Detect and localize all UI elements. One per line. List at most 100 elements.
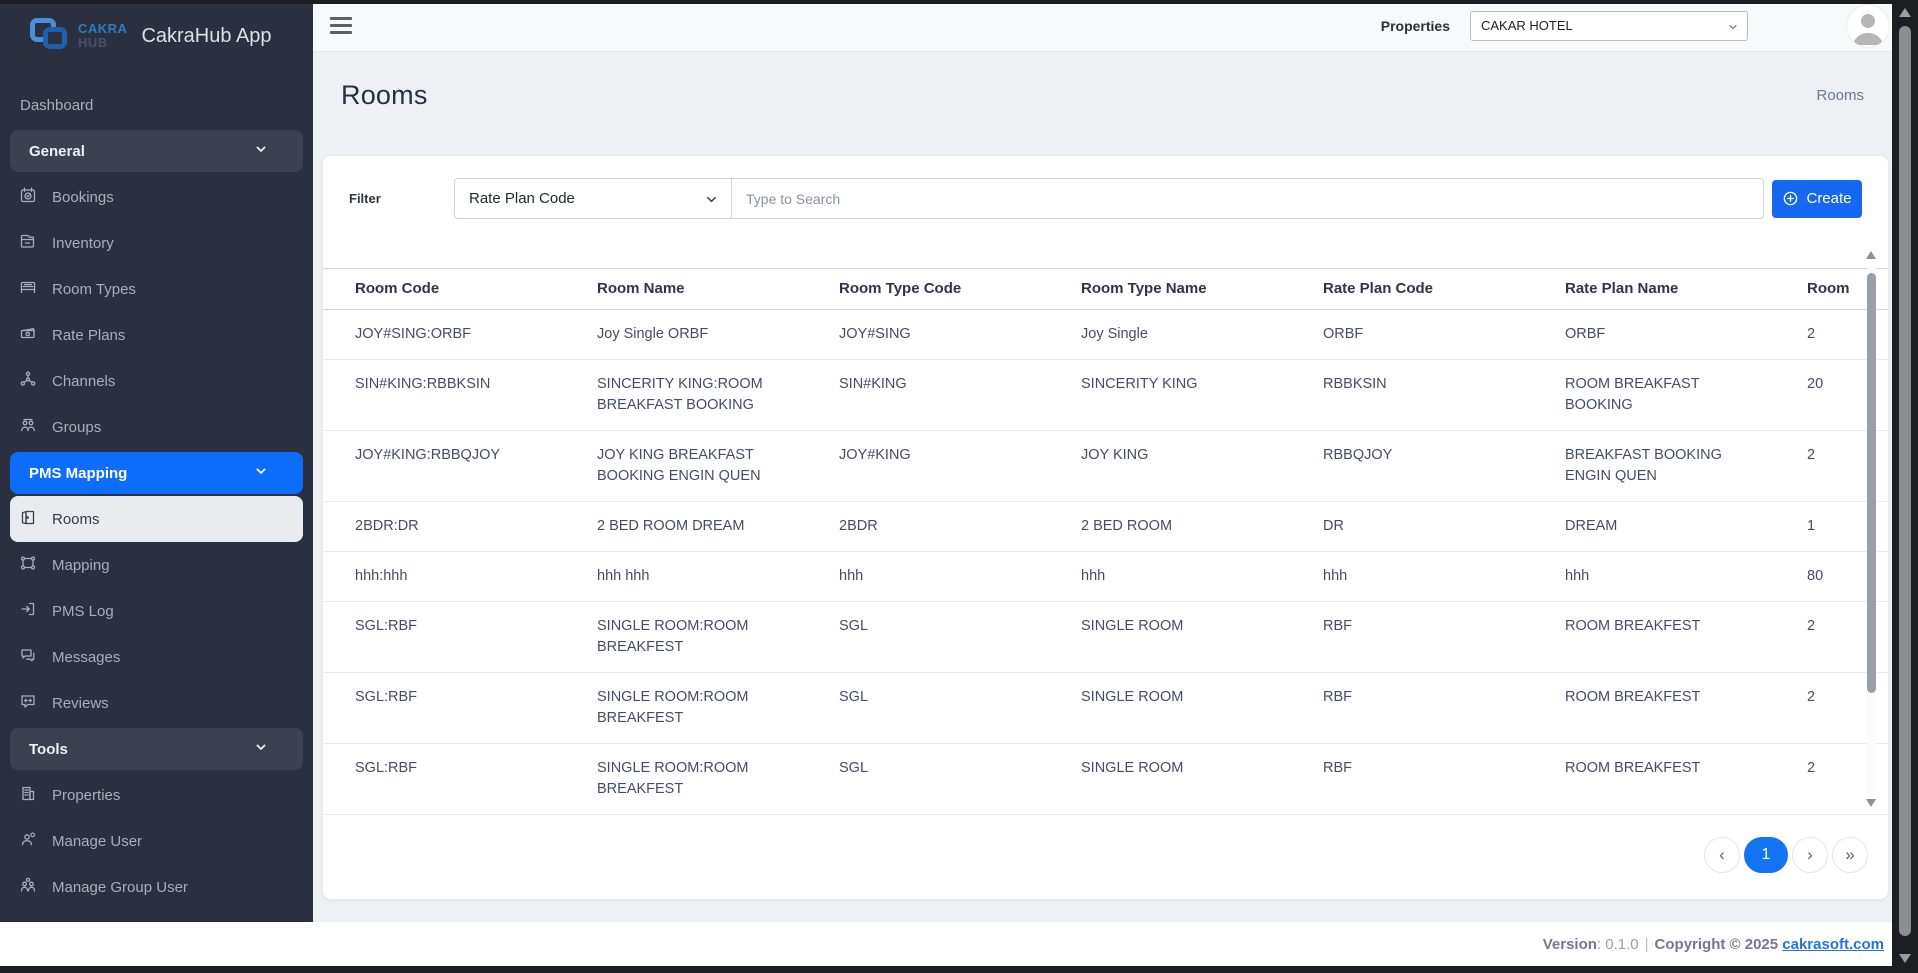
- sidebar-item-room-types[interactable]: Room Types: [10, 266, 303, 312]
- column-header: Room Code: [323, 268, 597, 310]
- table-cell: JOY#SING:ORBF: [323, 309, 597, 360]
- share-network-icon: [18, 369, 38, 393]
- footer: Version: 0.1.0 | Copyright © 2025 cakrasof…: [0, 922, 1892, 966]
- table-cell: SIN#KING:RBBKSIN: [323, 359, 597, 431]
- table-cell: DREAM: [1565, 501, 1807, 552]
- cakrasoft-link[interactable]: cakrasoft.com: [1782, 936, 1884, 953]
- table-cell: hhh: [839, 551, 1081, 602]
- table-cell: SINGLE ROOM: [1081, 743, 1323, 815]
- sidebar-group-tools[interactable]: Tools: [10, 728, 303, 770]
- sidebar-item-label: Rooms: [52, 510, 100, 528]
- page-head: Rooms Rooms: [313, 52, 1892, 112]
- chat-stars-icon: [18, 691, 38, 715]
- sidebar-group-general[interactable]: General: [10, 130, 303, 172]
- page-title: Rooms: [341, 79, 428, 110]
- browser-scrollbar-thumb[interactable]: [1899, 26, 1911, 936]
- table-header-row: Room Code Room Name Room Type Code Room …: [323, 268, 1888, 310]
- sidebar-nav: Dashboard General Bookings Inventory Roo…: [0, 72, 313, 910]
- sidebar-item-manage-user[interactable]: Manage User: [10, 818, 303, 864]
- table-scrollbar: [1865, 247, 1878, 811]
- sidebar-item-bookings[interactable]: Bookings: [10, 174, 303, 220]
- column-header: Room Name: [597, 268, 839, 310]
- menu-toggle-button[interactable]: [330, 17, 352, 34]
- user-gear-icon: [18, 829, 38, 853]
- sidebar-item-channels[interactable]: Channels: [10, 358, 303, 404]
- chat-icon: [18, 645, 38, 669]
- sidebar-item-label: PMS Log: [52, 602, 114, 620]
- sidebar-item-rate-plans[interactable]: Rate Plans: [10, 312, 303, 358]
- table-row: SGL:RBF SINGLE ROOM:ROOM BREAKFEST SGL S…: [323, 672, 1888, 744]
- building-icon: [18, 783, 38, 807]
- table-cell: 2 BED ROOM DREAM: [597, 501, 839, 552]
- scroll-up-arrow-icon[interactable]: [1866, 251, 1876, 259]
- table-cell: JOY#SING: [839, 309, 1081, 360]
- pagination-page-1-button[interactable]: 1: [1744, 837, 1788, 873]
- sidebar-item-reviews[interactable]: Reviews: [10, 680, 303, 726]
- log-in-icon: [18, 599, 38, 623]
- table-cell: SINGLE ROOM:ROOM BREAKFEST: [597, 743, 839, 815]
- table-cell: Joy Single: [1081, 309, 1323, 360]
- sidebar-item-messages[interactable]: Messages: [10, 634, 303, 680]
- table-cell: ROOM BREAKFEST: [1565, 601, 1807, 673]
- sidebar-item-label: Bookings: [52, 188, 114, 206]
- sidebar-item-dashboard[interactable]: Dashboard: [0, 82, 313, 128]
- sidebar-item-label: Dashboard: [20, 96, 94, 114]
- table-cell: SGL:RBF: [323, 672, 597, 744]
- table-cell: SGL: [839, 743, 1081, 815]
- sidebar-item-pms-log[interactable]: PMS Log: [10, 588, 303, 634]
- logo-text-hub: HUB: [78, 35, 108, 50]
- table-cell: SGL: [839, 601, 1081, 673]
- table-cell: SINGLE ROOM:ROOM BREAKFEST: [597, 672, 839, 744]
- user-avatar[interactable]: [1846, 3, 1890, 48]
- sidebar: CAKRA HUB CakraHub App Dashboard General…: [0, 0, 313, 922]
- people-icon: [18, 415, 38, 439]
- sidebar-item-rooms[interactable]: Rooms: [10, 496, 303, 542]
- scrollbar-up-arrow-icon[interactable]: [1899, 8, 1911, 17]
- sidebar-item-manage-group-user[interactable]: Manage Group User: [10, 864, 303, 910]
- users-gear-icon: [18, 875, 38, 899]
- chevron-down-icon: [707, 196, 716, 203]
- chevron-down-icon: [253, 141, 269, 161]
- rooms-table: Room Code Room Name Room Type Code Room …: [323, 268, 1888, 815]
- sidebar-item-label: Channels: [52, 372, 116, 390]
- filter-field-value: Rate Plan Code: [469, 190, 575, 207]
- table-cell: 2BDR: [839, 501, 1081, 552]
- table-cell: SGL: [839, 672, 1081, 744]
- table-cell: hhh:hhh: [323, 551, 597, 602]
- property-select[interactable]: CAKAR HOTEL: [1470, 10, 1748, 41]
- table-row: hhh:hhh hhh hhh hhh hhh hhh hhh 80: [323, 551, 1888, 602]
- pagination-next-button[interactable]: ›: [1792, 837, 1828, 873]
- rooms-card: Filter Rate Plan Code Create Room Code R…: [323, 156, 1888, 899]
- search-input[interactable]: [732, 178, 1764, 219]
- door-icon: [18, 507, 38, 531]
- sidebar-group-pms-mapping[interactable]: PMS Mapping: [10, 452, 303, 494]
- table-cell: RBBKSIN: [1323, 359, 1565, 431]
- pagination-last-button[interactable]: »: [1832, 837, 1868, 873]
- logo-wordmark: CAKRA HUB: [78, 22, 127, 49]
- filter-field-select[interactable]: Rate Plan Code: [454, 178, 732, 219]
- circle-plus-icon: [1784, 191, 1798, 206]
- cakrahub-logo-icon: [30, 16, 76, 56]
- scrollbar-down-arrow-icon[interactable]: [1899, 954, 1911, 963]
- scroll-down-arrow-icon[interactable]: [1866, 799, 1876, 807]
- sidebar-item-groups[interactable]: Groups: [10, 404, 303, 450]
- sidebar-item-label: Rate Plans: [52, 326, 126, 344]
- sidebar-item-inventory[interactable]: Inventory: [10, 220, 303, 266]
- column-header: Room Type Code: [839, 268, 1081, 310]
- sidebar-item-properties[interactable]: Properties: [10, 772, 303, 818]
- table-scrollbar-thumb[interactable]: [1867, 273, 1876, 693]
- table-cell: SINGLE ROOM: [1081, 601, 1323, 673]
- window-bottom-edge: [0, 966, 1918, 973]
- sidebar-group-label: PMS Mapping: [29, 464, 128, 482]
- user-circle-icon: [1847, 4, 1889, 47]
- create-button[interactable]: Create: [1772, 179, 1862, 218]
- breadcrumb: Rooms: [1816, 86, 1864, 104]
- command-nodes-icon: [18, 553, 38, 577]
- table-cell: hhh: [1323, 551, 1565, 602]
- pagination-prev-button[interactable]: ‹: [1704, 837, 1740, 873]
- table-row: SIN#KING:RBBKSIN SINCERITY KING:ROOM BRE…: [323, 359, 1888, 431]
- sidebar-item-mapping[interactable]: Mapping: [10, 542, 303, 588]
- filter-row: Filter Rate Plan Code Create: [323, 156, 1888, 219]
- table-cell: ROOM BREAKFEST: [1565, 743, 1807, 815]
- table-row: SGL:RBF SINGLE ROOM:ROOM BREAKFEST SGL S…: [323, 743, 1888, 815]
